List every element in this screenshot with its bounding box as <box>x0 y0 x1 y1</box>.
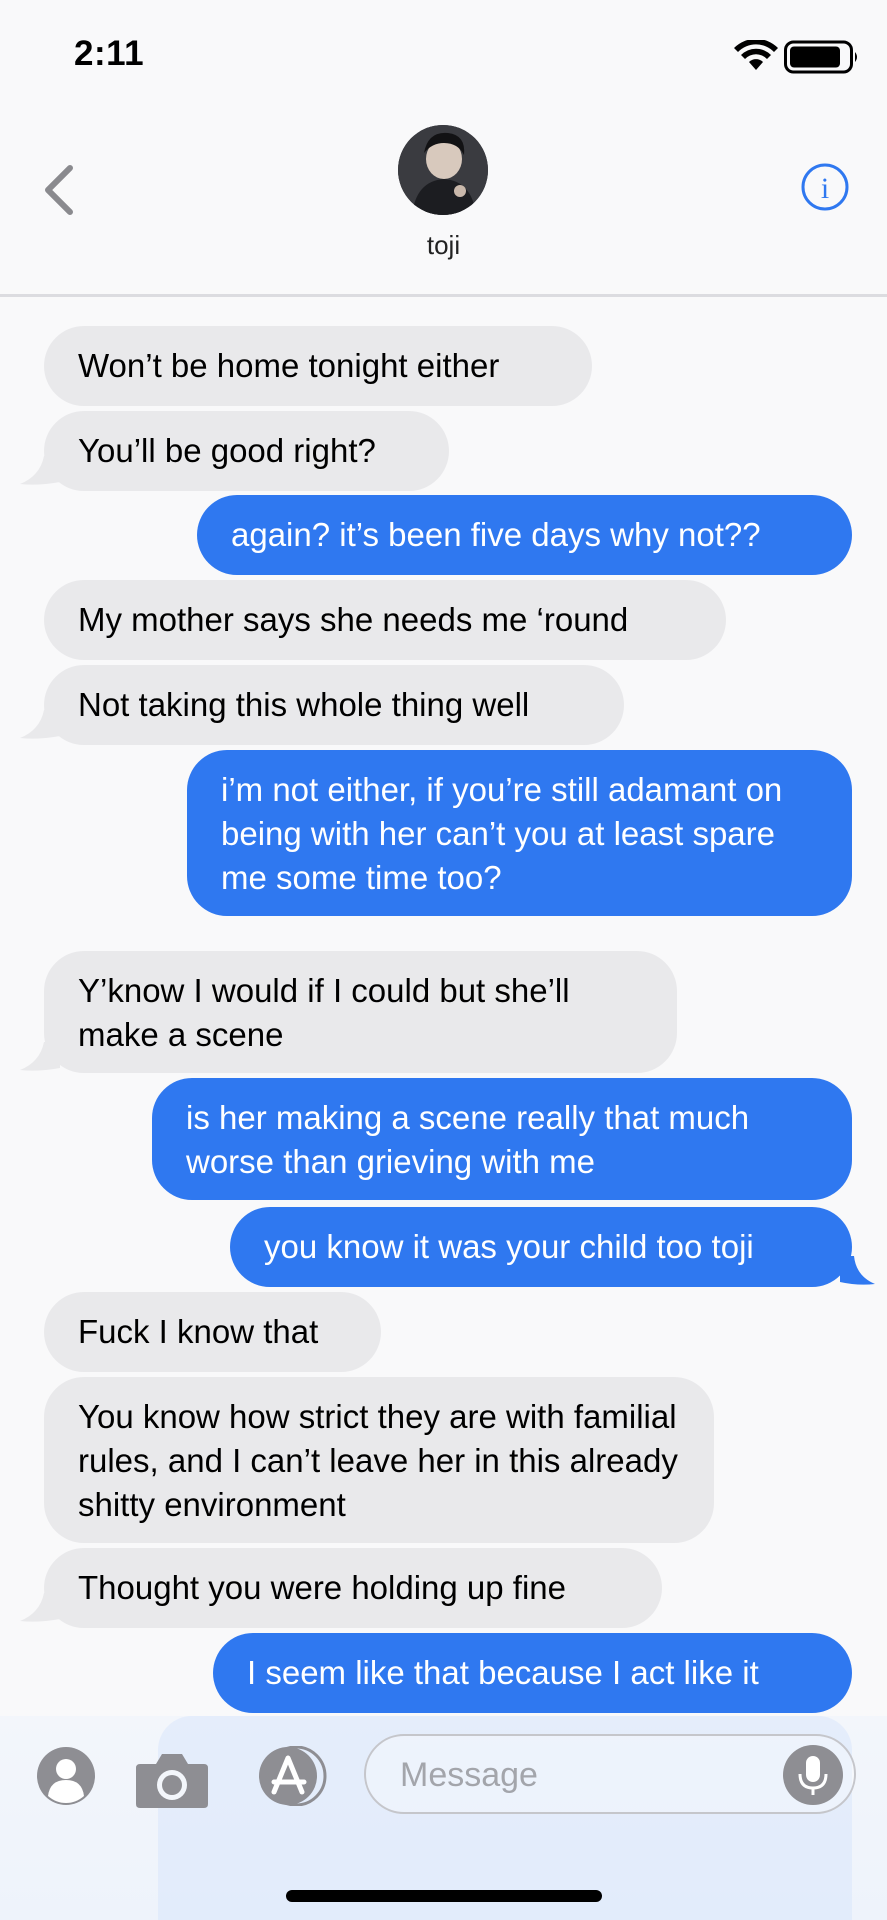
message-bubble-incoming[interactable]: Fuck I know that <box>44 1292 381 1372</box>
bubble-tail-incoming <box>20 1593 60 1622</box>
message-bubble-incoming[interactable]: Won’t be home tonight either <box>44 326 592 406</box>
status-bar: 2:11 <box>0 0 887 110</box>
message-thread[interactable]: Won’t be home tonight either You’ll be g… <box>0 296 887 1716</box>
home-indicator[interactable] <box>286 1890 602 1902</box>
message-bubble-incoming[interactable]: Thought you were holding up fine <box>44 1548 662 1628</box>
message-input-placeholder: Message <box>400 1756 538 1794</box>
message-bubble-outgoing[interactable]: I seem like that because I act like it <box>213 1633 852 1713</box>
bubble-tail-incoming <box>20 710 60 739</box>
message-bubble-outgoing[interactable]: you know it was your child too toji <box>230 1207 852 1287</box>
message-bubble-incoming[interactable]: My mother says she needs me ‘round <box>44 580 726 660</box>
contact-name[interactable]: toji <box>0 230 887 261</box>
status-time: 2:11 <box>74 34 145 73</box>
message-bubble-incoming[interactable]: Y’know I would if I could but she’ll mak… <box>44 951 677 1073</box>
app-store-icon[interactable] <box>252 1746 332 1806</box>
message-bubble-outgoing[interactable]: is her making a scene really that much w… <box>152 1078 852 1200</box>
message-bubble-outgoing[interactable]: i’m not either, if you’re still adamant … <box>187 750 852 916</box>
bubble-tail-incoming <box>20 456 60 485</box>
avatar-image <box>398 125 488 215</box>
conversation-header: toji i <box>0 110 887 297</box>
info-icon[interactable]: i <box>800 162 850 212</box>
message-input[interactable]: Message <box>364 1734 856 1814</box>
back-chevron-icon[interactable] <box>40 160 80 220</box>
message-bubble-incoming[interactable]: You’ll be good right? <box>44 411 449 491</box>
mic-icon[interactable] <box>778 1740 848 1810</box>
bubble-tail-incoming <box>20 1042 60 1071</box>
bubble-tail-outgoing <box>840 1256 875 1285</box>
message-bubble-incoming[interactable]: Not taking this whole thing well <box>44 665 624 745</box>
message-bubble-outgoing[interactable]: again? it’s been five days why not?? <box>197 495 852 575</box>
message-bubble-incoming[interactable]: You know how strict they are with famili… <box>44 1377 714 1543</box>
contact-avatar[interactable] <box>398 125 488 215</box>
wifi-icon <box>734 40 778 70</box>
svg-text:i: i <box>821 172 829 205</box>
camera-icon[interactable] <box>134 1750 210 1808</box>
contacts-icon[interactable] <box>36 1746 96 1806</box>
battery-icon <box>784 40 857 74</box>
